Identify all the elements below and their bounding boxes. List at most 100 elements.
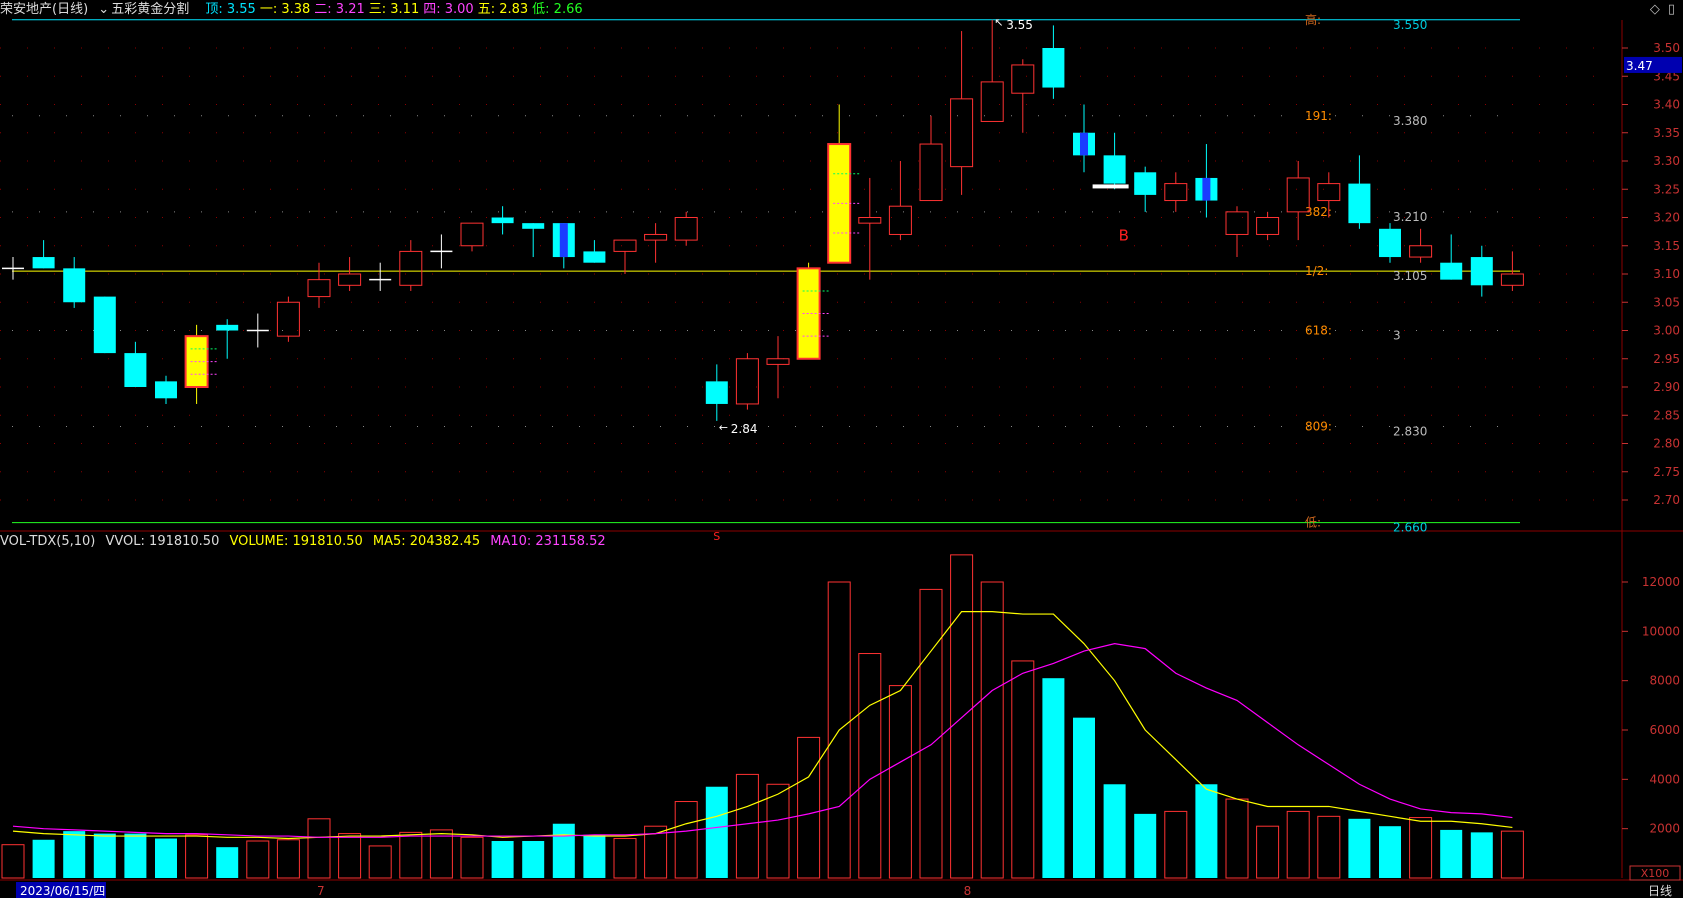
volume-tick-label: 8000 xyxy=(1649,674,1680,688)
volume-bar xyxy=(1317,815,1341,879)
volume-bar xyxy=(583,834,606,878)
volume-bar xyxy=(919,588,943,879)
golden-level-label: 191: xyxy=(1305,109,1332,123)
volume-bar xyxy=(1500,830,1524,879)
volume-bar xyxy=(888,685,912,879)
period-label: 日线 xyxy=(1648,884,1672,898)
candle-body xyxy=(1470,257,1493,286)
volume-unit-label: X100 xyxy=(1641,867,1670,880)
volume-bar xyxy=(338,833,362,879)
candle-body xyxy=(1379,228,1401,258)
candle-body xyxy=(1317,183,1341,202)
low-arrow-label: ← xyxy=(719,421,728,434)
candle-body xyxy=(766,358,790,365)
candle-body xyxy=(644,233,668,241)
golden-level-value: 3.210 xyxy=(1393,210,1427,224)
kline-chart[interactable]: 3.503.453.403.353.303.253.203.153.103.05… xyxy=(0,0,1683,898)
price-tick-label: 3.05 xyxy=(1653,295,1680,309)
price-tick-label: 2.80 xyxy=(1653,437,1680,451)
month-label-8: 8 xyxy=(964,884,972,898)
candle-body-marker xyxy=(1202,177,1211,201)
candle-body xyxy=(674,217,698,241)
volume-bar xyxy=(858,653,882,879)
candle-body-marker xyxy=(1080,132,1088,156)
candle-body xyxy=(276,301,300,337)
golden-level-label: 618: xyxy=(1305,324,1332,338)
volume-bar xyxy=(460,836,484,879)
date-cursor-label: 2023/06/15/四 xyxy=(20,884,105,898)
price-tick-label: 3.20 xyxy=(1653,211,1680,225)
volume-bar xyxy=(1011,660,1035,879)
ma10-line xyxy=(12,643,1513,838)
price-tick-label: 3.10 xyxy=(1653,267,1680,281)
volume-bar xyxy=(1,844,25,879)
candle-body xyxy=(522,223,545,229)
volume-bar xyxy=(246,840,270,879)
volume-bar xyxy=(307,818,331,879)
volume-bar xyxy=(1103,784,1126,878)
candle-body xyxy=(1103,155,1126,184)
volume-bar xyxy=(735,773,759,879)
high-price-label: 3.55 xyxy=(1006,18,1033,32)
candle-body xyxy=(1440,262,1463,280)
volume-bar xyxy=(1042,678,1065,878)
volume-bar xyxy=(63,831,86,878)
candle-body xyxy=(460,222,484,247)
volume-bar xyxy=(216,847,239,878)
volume-bar xyxy=(155,838,177,878)
volume-bar xyxy=(1409,817,1433,879)
candle-body xyxy=(919,143,943,202)
volume-bar xyxy=(766,783,790,879)
volume-tick-label: 10000 xyxy=(1642,624,1680,638)
buy-signal-marker xyxy=(1092,184,1129,189)
candle-body xyxy=(1042,48,1065,88)
ma5-line xyxy=(12,610,1513,840)
candle-body xyxy=(307,279,331,298)
month-label-7: 7 xyxy=(317,884,325,898)
candle-body xyxy=(216,324,239,331)
candle-body xyxy=(858,217,882,224)
candle-body xyxy=(583,251,606,263)
golden-level-value: 3.105 xyxy=(1393,269,1427,283)
volume-bar xyxy=(552,823,575,878)
volume-bar xyxy=(1470,832,1493,878)
volume-bar xyxy=(185,834,209,879)
volume-bar xyxy=(399,831,423,879)
volume-bar xyxy=(1195,784,1218,878)
candle-body xyxy=(1011,64,1035,94)
candle-body xyxy=(155,381,177,399)
candle-body xyxy=(613,239,637,252)
price-tick-label: 3.30 xyxy=(1653,154,1680,168)
candle-body xyxy=(93,296,116,354)
candle-body xyxy=(1225,211,1249,235)
candle-body xyxy=(491,217,514,224)
volume-tick-label: 6000 xyxy=(1649,723,1680,737)
volume-bar xyxy=(1073,717,1095,878)
volume-tick-label: 4000 xyxy=(1649,772,1680,786)
volume-bar xyxy=(613,838,637,879)
candle-body xyxy=(1348,183,1371,224)
volume-bar xyxy=(674,801,698,879)
price-tick-label: 3.50 xyxy=(1653,41,1680,55)
candle-body-marker xyxy=(559,223,568,258)
current-price-label: 3.47 xyxy=(1626,59,1653,73)
candle-body xyxy=(338,273,362,286)
volume-bar xyxy=(1286,810,1310,879)
volume-bar xyxy=(1348,818,1371,878)
price-tick-label: 3.40 xyxy=(1653,98,1680,112)
volume-bar xyxy=(980,581,1004,879)
volume-bar xyxy=(491,841,514,878)
volume-bar xyxy=(124,833,147,878)
candle-body xyxy=(705,381,728,404)
candle-body xyxy=(1409,245,1433,258)
volume-tick-label: 2000 xyxy=(1649,822,1680,836)
volume-bar xyxy=(429,829,453,879)
volume-bar xyxy=(1379,826,1401,878)
candle-body xyxy=(735,358,759,405)
candle-body xyxy=(124,353,147,387)
high-arrow-label: ↖ xyxy=(994,16,1003,29)
candle-body xyxy=(1500,273,1524,286)
golden-level-label: 低: xyxy=(1305,516,1321,530)
volume-bar xyxy=(1164,810,1188,879)
price-tick-label: 3.00 xyxy=(1653,324,1680,338)
